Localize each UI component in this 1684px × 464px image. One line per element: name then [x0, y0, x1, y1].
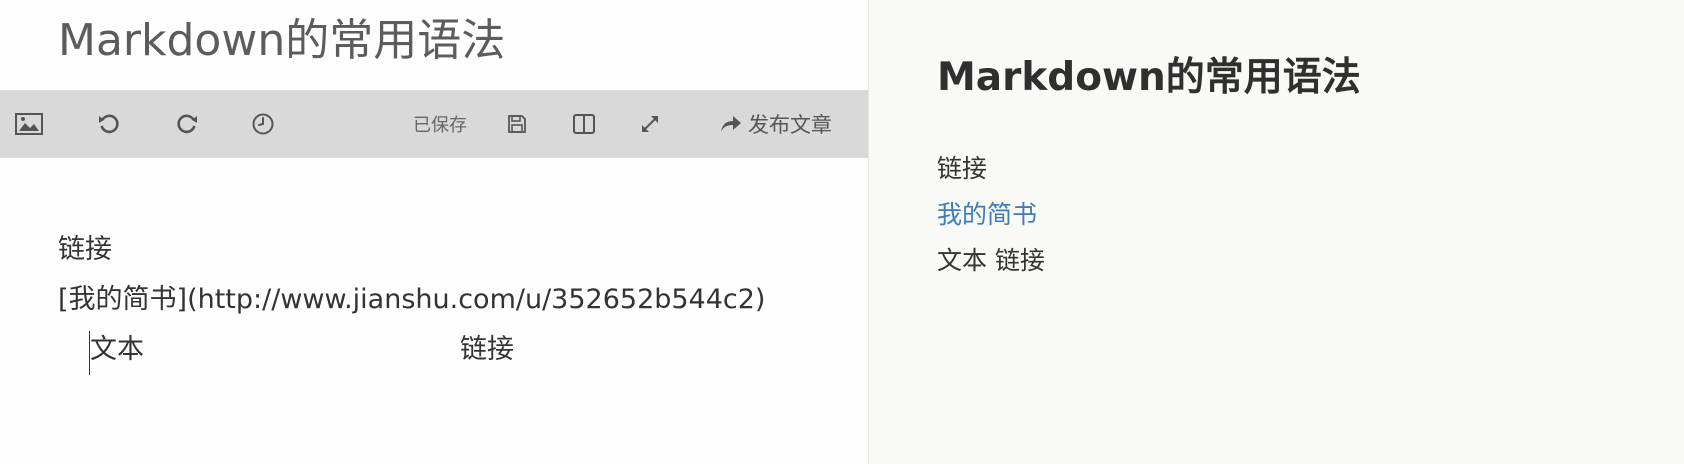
fullscreen-button[interactable] [636, 90, 664, 158]
fullscreen-icon [639, 113, 661, 135]
publish-label: 发布文章 [748, 113, 832, 137]
editor-line: 链接 [58, 234, 112, 265]
undo-button[interactable] [94, 90, 124, 158]
preview-paragraph: 我的简书 [937, 192, 1045, 238]
save-icon [507, 114, 527, 134]
history-button[interactable] [248, 90, 278, 158]
editor-line: 文本 链接 [58, 325, 858, 375]
preview-link[interactable]: 我的简书 [937, 200, 1037, 229]
markdown-editor-app: Markdown的常用语法 已保存 发布文章 链接 [我的简书](http://… [0, 0, 1684, 464]
editor-table-cell: 链接 [460, 334, 514, 365]
preview-body: 链接 我的简书 文本 链接 [937, 146, 1045, 284]
preview-title: Markdown的常用语法 [937, 55, 1361, 100]
insert-image-button[interactable] [12, 90, 46, 158]
editor-pane: Markdown的常用语法 已保存 发布文章 链接 [我的简书](http://… [0, 0, 868, 464]
redo-button[interactable] [172, 90, 202, 158]
split-view-icon [573, 114, 595, 134]
redo-icon [175, 112, 199, 136]
markdown-textarea[interactable]: 链接 [我的简书](http://www.jianshu.com/u/35265… [58, 225, 858, 375]
save-button[interactable] [504, 90, 530, 158]
editor-table-cell: 文本 [90, 334, 144, 365]
editor-toolbar: 已保存 发布文章 [0, 90, 868, 158]
split-view-button[interactable] [570, 90, 598, 158]
preview-paragraph: 链接 [937, 154, 988, 183]
saved-status: 已保存 [410, 90, 470, 158]
preview-pane: Markdown的常用语法 链接 我的简书 文本 链接 [868, 0, 1684, 464]
clock-icon [251, 112, 275, 136]
article-title-input[interactable]: Markdown的常用语法 [58, 6, 505, 76]
preview-paragraph: 文本 链接 [937, 246, 1045, 275]
image-icon [15, 113, 43, 135]
undo-icon [97, 112, 121, 136]
publish-button[interactable]: 发布文章 [716, 90, 836, 158]
saved-status-label: 已保存 [413, 115, 467, 136]
text-cursor [89, 331, 90, 375]
editor-line: [我的简书](http://www.jianshu.com/u/352652b5… [58, 284, 766, 315]
share-arrow-icon [720, 115, 742, 133]
